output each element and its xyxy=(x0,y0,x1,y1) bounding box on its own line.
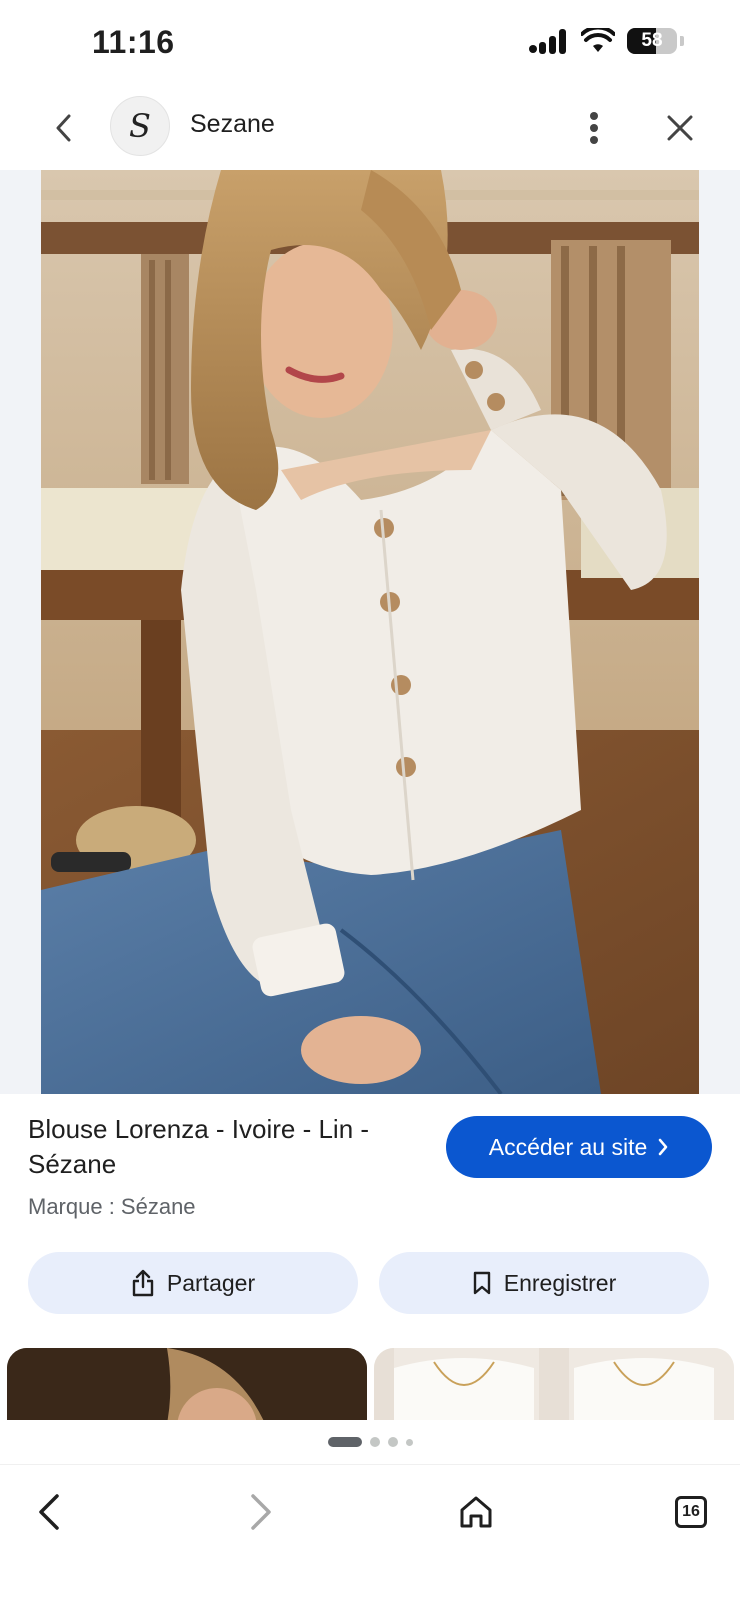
site-name[interactable]: Sezane xyxy=(190,110,275,139)
battery-icon: 58 xyxy=(627,28,677,54)
close-button[interactable] xyxy=(658,106,702,150)
site-logo[interactable]: S xyxy=(110,96,170,156)
home-icon xyxy=(460,1496,492,1528)
image-stage xyxy=(0,170,740,1094)
site-logo-letter: S xyxy=(129,107,151,145)
more-vertical-icon xyxy=(590,112,598,144)
tabs-count: 16 xyxy=(682,1503,700,1520)
carousel-pager xyxy=(0,1420,740,1464)
related-image-2-illustration xyxy=(374,1348,734,1420)
visit-site-button[interactable]: Accéder au site xyxy=(446,1116,712,1178)
battery-tip xyxy=(680,36,684,46)
pager-dot[interactable] xyxy=(369,1437,380,1447)
browser-tabs-button[interactable]: 16 xyxy=(666,1487,716,1537)
browser-forward-button[interactable] xyxy=(236,1487,286,1537)
product-photo[interactable] xyxy=(41,170,699,1094)
browser-bottom-bar: 16 xyxy=(0,1464,740,1600)
back-button[interactable] xyxy=(44,108,84,148)
visit-site-label: Accéder au site xyxy=(488,1133,648,1160)
browser-back-button[interactable] xyxy=(24,1487,74,1537)
action-buttons: Partager Enregistrer xyxy=(0,1252,740,1316)
product-title[interactable]: Blouse Lorenza - Ivoire - Lin - Sézane xyxy=(28,1112,418,1182)
product-info: Blouse Lorenza - Ivoire - Lin - Sézane M… xyxy=(0,1094,740,1234)
wifi-icon xyxy=(581,28,615,52)
related-image-thumbnail[interactable] xyxy=(7,1348,367,1420)
product-photo-illustration xyxy=(41,170,699,1094)
save-label: Enregistrer xyxy=(503,1269,617,1296)
share-button[interactable]: Partager xyxy=(28,1252,358,1314)
status-icons: 58 xyxy=(529,28,684,54)
tabs-icon: 16 xyxy=(675,1496,707,1528)
cellular-signal-icon xyxy=(529,29,566,54)
status-time: 11:16 xyxy=(92,24,175,60)
related-images xyxy=(0,1348,740,1420)
more-options-button[interactable] xyxy=(576,106,612,150)
share-icon xyxy=(132,1269,154,1297)
chevron-left-icon xyxy=(56,114,71,142)
forward-arrow-icon xyxy=(251,1494,271,1530)
bookmark-icon xyxy=(473,1271,490,1295)
viewer-header: S Sezane xyxy=(0,88,740,170)
pager-dot[interactable] xyxy=(405,1438,413,1446)
chevron-right-icon xyxy=(659,1138,668,1156)
battery-level: 58 xyxy=(641,30,663,51)
pager-dot-active[interactable] xyxy=(327,1437,362,1447)
pager-dot[interactable] xyxy=(387,1437,398,1447)
status-bar: 11:16 58 xyxy=(0,0,740,88)
related-image-thumbnail[interactable] xyxy=(374,1348,734,1420)
browser-home-button[interactable] xyxy=(451,1487,501,1537)
close-icon xyxy=(667,115,693,141)
save-button[interactable]: Enregistrer xyxy=(379,1252,709,1314)
back-arrow-icon xyxy=(39,1494,59,1530)
share-label: Partager xyxy=(166,1269,256,1296)
related-image-1-illustration xyxy=(7,1348,367,1420)
product-brand: Marque : Sézane xyxy=(28,1194,196,1219)
